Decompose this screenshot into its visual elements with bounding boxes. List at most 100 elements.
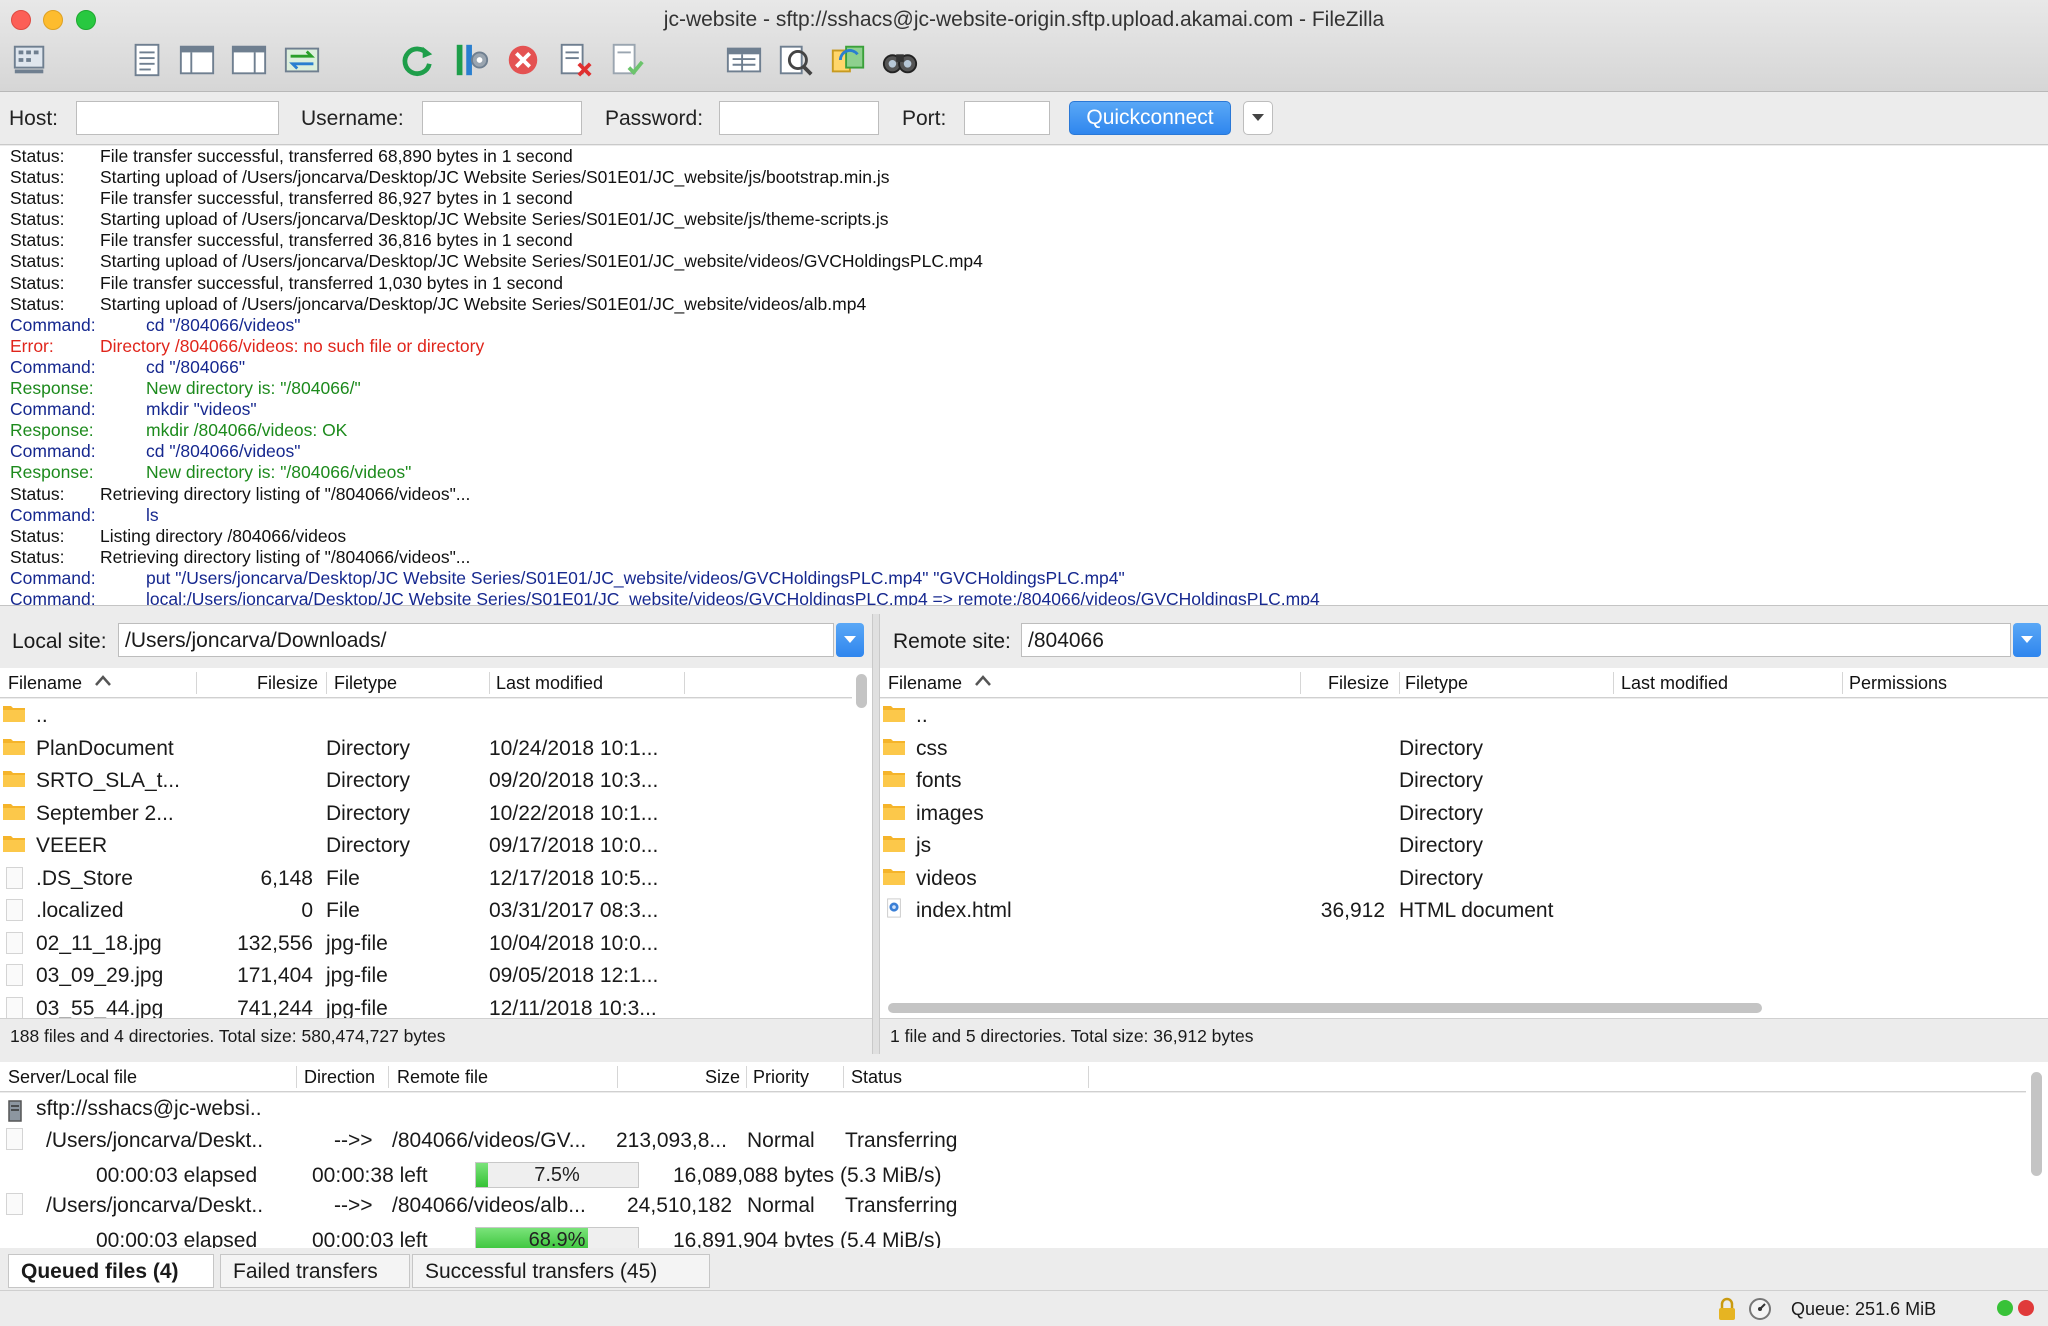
local-file-row[interactable]: .localized 0 File 03/31/2017 08:3... [0, 894, 852, 926]
log-line: Command: cd "/804066/videos" [0, 441, 2048, 462]
port-input[interactable] [964, 101, 1050, 135]
remote-path-input[interactable]: /804066 [1021, 623, 2011, 657]
local-col-filename[interactable]: Filename [8, 673, 82, 694]
local-tree-icon[interactable] [177, 40, 217, 80]
log-line: Command: ls [0, 505, 2048, 526]
cancel-icon[interactable] [503, 40, 543, 80]
local-file-row[interactable]: September 2... Directory 10/22/2018 10:1..… [0, 797, 852, 829]
remote-site-label: Remote site: [893, 630, 1011, 653]
remote-col-filename[interactable]: Filename [888, 673, 962, 694]
remote-path-dropdown[interactable] [2013, 623, 2041, 657]
file-size: 171,404 [237, 964, 313, 987]
remote-file-row[interactable]: css Directory [880, 732, 2048, 764]
remote-file-row[interactable]: fonts Directory [880, 764, 2048, 796]
local-file-row[interactable]: 03_55_44.jpg 741,244 jpg-file 12/11/2018 10… [0, 992, 852, 1018]
local-path-input[interactable]: /Users/joncarva/Downloads/ [118, 623, 834, 657]
local-file-row[interactable]: PlanDocument Directory 10/24/2018 10:1... [0, 732, 852, 764]
remote-file-row[interactable]: .. [880, 699, 2048, 731]
quickconnect-button[interactable]: Quickconnect [1069, 101, 1231, 135]
file-name: index.html [916, 899, 1012, 922]
message-log-icon[interactable] [127, 40, 167, 80]
site-manager-icon[interactable] [10, 40, 50, 80]
tab-failed-transfers[interactable]: Failed transfers [220, 1254, 410, 1288]
remote-col-filesize[interactable]: Filesize [1328, 673, 1389, 694]
file-type: File [326, 899, 360, 922]
tab-successful-transfers[interactable]: Successful transfers (45) [412, 1254, 710, 1288]
remote-file-row[interactable]: videos Directory [880, 862, 2048, 894]
log-line: Command: cd "/804066" [0, 357, 2048, 378]
host-input[interactable] [76, 101, 279, 135]
file-icon [6, 899, 23, 921]
remote-file-row[interactable]: js Directory [880, 829, 2048, 861]
queue-list[interactable]: sftp://sshacs@jc-websi.. /Users/joncarva… [0, 1093, 2026, 1248]
search-icon[interactable] [880, 40, 920, 80]
queue-col-priority[interactable]: Priority [753, 1067, 809, 1088]
log-line: Error: Directory /804066/videos: no such … [0, 336, 2048, 357]
local-file-row[interactable]: .. [0, 699, 852, 731]
remote-col-permissions[interactable]: Permissions [1849, 673, 1947, 694]
local-col-filesize[interactable]: Filesize [257, 673, 318, 694]
queue-server[interactable]: sftp://sshacs@jc-websi.. [36, 1097, 262, 1121]
local-file-row[interactable]: 03_09_29.jpg 171,404 jpg-file 09/05/2018 12… [0, 959, 852, 991]
local-file-row[interactable]: VEEER Directory 09/17/2018 10:0... [0, 829, 852, 861]
toggle-comparison-icon[interactable] [776, 40, 816, 80]
pane-splitter[interactable] [872, 614, 880, 1054]
quickconnect-history-dropdown[interactable] [1243, 101, 1273, 135]
transfer-queue-icon[interactable] [282, 40, 322, 80]
tab-queued-files[interactable]: Queued files (4) [8, 1254, 214, 1288]
remote-tree-icon[interactable] [229, 40, 269, 80]
log-message: Directory /804066/videos: no such file o… [100, 335, 485, 356]
local-file-list[interactable]: .. PlanDocument Directory 10/24/2018 10:1..… [0, 699, 852, 1018]
speed-limit-icon[interactable] [1748, 1297, 1772, 1326]
sort-ascending-icon [94, 671, 112, 692]
log-message: File transfer successful, transferred 36… [100, 230, 573, 251]
queue-col-status[interactable]: Status [851, 1067, 902, 1088]
remote-file-list[interactable]: .. css Directory fonts Directory images Direct… [880, 699, 2048, 999]
local-path-dropdown[interactable] [836, 623, 864, 657]
log-line: Status: Starting upload of /Users/joncarv… [0, 294, 2048, 315]
file-size: 132,556 [237, 931, 313, 955]
file-type: Directory [326, 769, 411, 792]
queue-item-local[interactable]: /Users/joncarva/Deskt.. [46, 1194, 263, 1218]
queue-col-direction[interactable]: Direction [304, 1067, 375, 1088]
local-file-row[interactable]: .DS_Store 6,148 File 12/17/2018 10:5... [0, 862, 852, 894]
column-separator [617, 1066, 618, 1088]
remote-file-row[interactable]: index.html 36,912 HTML document [880, 894, 2048, 926]
password-input[interactable] [719, 101, 879, 135]
directory-listing-filters-icon[interactable] [724, 40, 764, 80]
reconnect-icon[interactable] [607, 40, 647, 80]
scrollbar-thumb[interactable] [888, 1003, 1762, 1013]
local-col-modified[interactable]: Last modified [496, 673, 603, 694]
disconnect-icon[interactable] [555, 40, 595, 80]
process-queue-icon[interactable] [451, 40, 491, 80]
remote-horizontal-scrollbar[interactable] [880, 999, 2048, 1018]
log-message: Retrieving directory listing of "/804066… [100, 483, 471, 504]
local-file-row[interactable]: SRTO_SLA_t... Directory 09/20/2018 10:3... [0, 764, 852, 796]
log-type: Status: [10, 272, 65, 293]
remote-file-row[interactable]: images Directory [880, 797, 2048, 829]
message-log[interactable]: Status: File transfer successful, transfe… [0, 146, 2048, 606]
progress-label: 7.5% [534, 1164, 580, 1186]
column-separator [1399, 672, 1400, 694]
file-size: 6,148 [260, 866, 313, 890]
queue-col-size[interactable]: Size [705, 1067, 740, 1088]
username-input[interactable] [422, 101, 582, 135]
file-modified: 09/05/2018 12:1... [489, 964, 659, 987]
remote-col-filetype[interactable]: Filetype [1405, 673, 1468, 694]
local-scrollbar[interactable] [852, 668, 872, 1018]
local-col-filetype[interactable]: Filetype [334, 673, 397, 694]
remote-col-modified[interactable]: Last modified [1621, 673, 1728, 694]
queue-item-local[interactable]: /Users/joncarva/Deskt.. [46, 1129, 263, 1153]
title-bar: jc-website - sftp://sshacs@jc-website-or… [0, 0, 2048, 92]
queue-item-priority: Normal [747, 1194, 815, 1217]
queue-item-size: 213,093,8... [616, 1129, 727, 1152]
file-modified: 10/22/2018 10:1... [489, 801, 659, 825]
queue-col-local[interactable]: Server/Local file [8, 1067, 137, 1088]
queue-scrollbar[interactable] [2026, 1062, 2048, 1248]
local-file-row[interactable]: 02_11_18.jpg 132,556 jpg-file 10/04/2018 10… [0, 927, 852, 959]
file-modified: 03/31/2017 08:3... [489, 899, 659, 922]
queue-col-remote[interactable]: Remote file [397, 1067, 488, 1088]
folder-icon [3, 771, 25, 787]
refresh-icon[interactable] [397, 40, 437, 80]
synchronized-browsing-icon[interactable] [828, 40, 868, 80]
